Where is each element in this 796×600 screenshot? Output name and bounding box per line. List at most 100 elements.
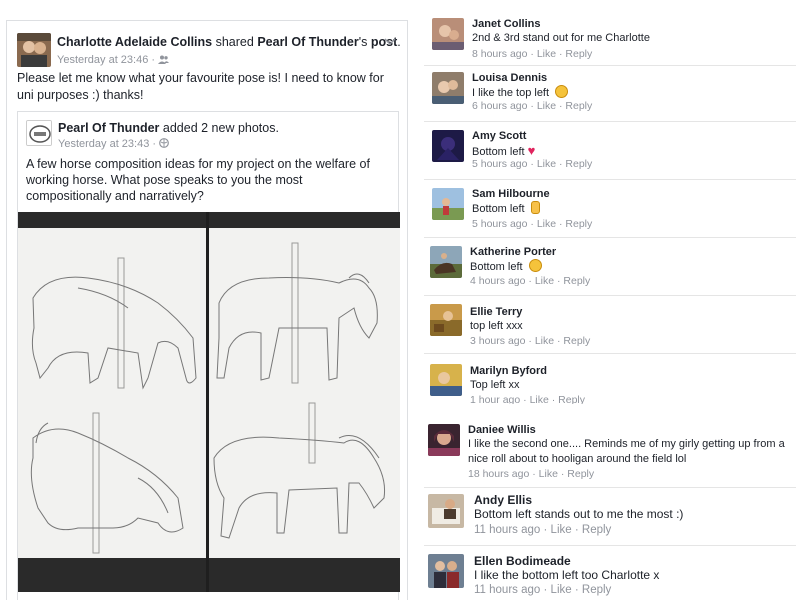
comment: Daniee Willis I like the second one.... …	[424, 412, 796, 488]
comment-time[interactable]: 4 hours ago	[470, 275, 525, 287]
author-avatar[interactable]	[17, 33, 51, 67]
commenter-avatar[interactable]	[432, 188, 464, 220]
separator: ·	[530, 218, 534, 230]
like-link[interactable]: Like	[530, 394, 549, 404]
separator: ·	[557, 335, 561, 347]
separator: ·	[528, 335, 532, 347]
reply-link[interactable]: Reply	[565, 100, 592, 112]
comment-text: 2nd & 3rd stand out for me Charlotte	[472, 32, 650, 44]
comment-meta: 6 hours ago · Like · Reply	[472, 100, 592, 112]
comment: Ellen Bodimeade I like the bottom left t…	[424, 548, 796, 600]
commenter-name[interactable]: Louisa Dennis	[472, 72, 547, 84]
shared-body-text: A few horse composition ideas for my pro…	[26, 157, 370, 203]
separator: ·	[557, 275, 561, 287]
commenter-avatar[interactable]	[428, 494, 464, 528]
comment-meta: 5 hours ago · Like · Reply	[472, 158, 592, 170]
commenter-name[interactable]: Sam Hilbourne	[472, 188, 550, 200]
reply-link[interactable]: Reply	[565, 158, 592, 170]
like-link[interactable]: Like	[551, 524, 572, 536]
commenter-name[interactable]: Ellie Terry	[470, 306, 522, 318]
separator: ·	[560, 468, 565, 480]
comment-time[interactable]: 1 hour ago	[470, 394, 520, 404]
comment-time[interactable]: 5 hours ago	[472, 158, 527, 170]
commenter-name[interactable]: Amy Scott	[472, 130, 526, 142]
commenter-name[interactable]: Janet Collins	[472, 18, 540, 30]
like-link[interactable]: Like	[535, 275, 554, 287]
post-title: Charlotte Adelaide Collins shared Pearl …	[57, 35, 401, 49]
like-link[interactable]: Like	[537, 158, 556, 170]
comment-text: Bottom left	[470, 259, 780, 275]
commenter-avatar[interactable]	[430, 364, 462, 396]
comment-meta: 1 hour ago · Like · Reply	[470, 394, 585, 404]
like-link[interactable]: Like	[539, 468, 558, 480]
comment-time[interactable]: 8 hours ago	[472, 48, 527, 60]
comment-time[interactable]: 11 hours ago	[474, 584, 540, 596]
reply-link[interactable]: Reply	[565, 218, 592, 230]
separator: ·	[551, 394, 556, 404]
reply-link[interactable]: Reply	[565, 48, 592, 60]
post-time-link[interactable]: Yesterday at 23:46	[57, 54, 148, 66]
post-timestamp: Yesterday at 23:46 ·	[57, 54, 170, 66]
separator: ·	[530, 100, 534, 112]
commenter-avatar[interactable]	[432, 130, 464, 162]
commenter-avatar[interactable]	[430, 246, 462, 278]
separator: ·	[532, 468, 536, 480]
smile-emoji-icon	[528, 259, 542, 272]
reply-link[interactable]: Reply	[567, 468, 594, 480]
comment-text: I like the top left	[472, 85, 782, 101]
globe-icon[interactable]	[159, 138, 170, 150]
smile-emoji-icon	[555, 85, 569, 98]
comment-text: Top left xx	[470, 379, 520, 391]
like-link[interactable]: Like	[537, 218, 556, 230]
reply-link[interactable]: Reply	[582, 584, 611, 596]
post-body-text: Please let me know what your favourite p…	[17, 71, 384, 102]
comment: Sam Hilbourne Bottom left 5 hours ago · …	[424, 180, 796, 238]
chevron-down-icon[interactable]	[383, 35, 397, 49]
commenter-name[interactable]: Katherine Porter	[470, 246, 556, 258]
shared-time-link[interactable]: Yesterday at 23:43	[58, 138, 149, 150]
page-name-link[interactable]: Pearl Of Thunder	[257, 35, 358, 49]
reply-link[interactable]: Reply	[558, 394, 585, 404]
separator: ·	[528, 275, 532, 287]
comment-text: I like the bottom left too Charlotte x	[474, 568, 660, 582]
sketch-paper	[209, 228, 400, 558]
reply-link[interactable]: Reply	[582, 524, 611, 536]
comment-time[interactable]: 11 hours ago	[474, 524, 540, 536]
comment-meta: 4 hours ago · Like · Reply	[470, 275, 590, 287]
author-name-link[interactable]: Charlotte Adelaide Collins	[57, 35, 212, 49]
friends-icon[interactable]	[158, 54, 170, 66]
page-avatar[interactable]	[26, 120, 52, 146]
commenter-name[interactable]: Daniee Willis	[468, 424, 536, 436]
comment-time[interactable]: 5 hours ago	[472, 218, 527, 230]
photo-grid	[18, 212, 400, 592]
comment-time[interactable]: 3 hours ago	[470, 335, 525, 347]
shared-page-name-link[interactable]: Pearl Of Thunder	[58, 121, 159, 135]
comment-time[interactable]: 6 hours ago	[472, 100, 527, 112]
photo-border	[18, 212, 206, 228]
commenter-avatar[interactable]	[432, 72, 464, 104]
commenter-avatar[interactable]	[428, 554, 464, 588]
shared-content: Pearl Of Thunder added 2 new photos. Yes…	[17, 111, 400, 600]
commenter-name[interactable]: Marilyn Byford	[470, 365, 547, 377]
comment-meta: 18 hours ago · Like · Reply	[468, 468, 594, 480]
photo-2[interactable]	[209, 212, 400, 592]
reply-link[interactable]: Reply	[563, 335, 590, 347]
like-link[interactable]: Like	[537, 48, 556, 60]
comment-text: Bottom left stands out to me the most :)	[474, 507, 684, 521]
commenter-name[interactable]: Andy Ellis	[474, 493, 532, 507]
separator: ·	[574, 524, 579, 536]
comment: Ellie Terry top left xxx 3 hours ago · L…	[424, 296, 796, 354]
reply-link[interactable]: Reply	[563, 275, 590, 287]
separator: ·	[530, 48, 534, 60]
commenter-avatar[interactable]	[428, 424, 460, 456]
comment: Louisa Dennis I like the top left 6 hour…	[424, 66, 796, 122]
commenter-avatar[interactable]	[430, 304, 462, 336]
comment-text-content: I like the top left	[472, 87, 550, 99]
photo-1[interactable]	[18, 212, 206, 592]
comment-time[interactable]: 18 hours ago	[468, 468, 529, 480]
like-link[interactable]: Like	[551, 584, 572, 596]
commenter-avatar[interactable]	[432, 18, 464, 50]
commenter-name[interactable]: Ellen Bodimeade	[474, 554, 571, 568]
like-link[interactable]: Like	[537, 100, 556, 112]
like-link[interactable]: Like	[535, 335, 554, 347]
